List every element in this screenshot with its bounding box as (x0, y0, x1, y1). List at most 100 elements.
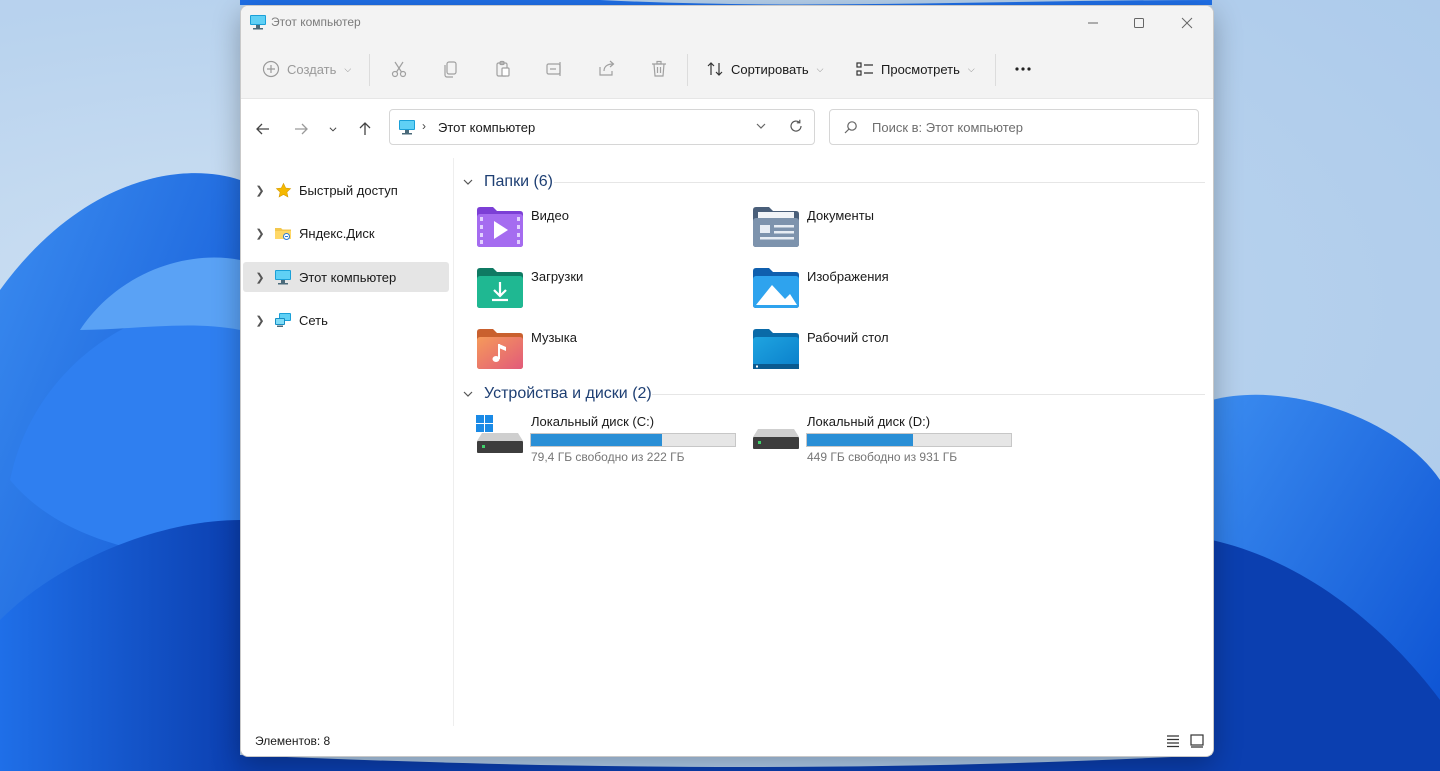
sort-button[interactable]: Сортировать ⌵ (705, 54, 824, 84)
close-icon (1181, 17, 1193, 29)
pictures-folder-icon (753, 268, 799, 308)
drive-item-c[interactable]: Локальный диск (C:) 79,4 ГБ свободно из … (476, 413, 746, 469)
chevron-right-icon[interactable]: ❯ (247, 184, 273, 197)
arrow-left-icon (256, 123, 269, 135)
drive-usage-fill (531, 434, 662, 446)
folder-item-downloads[interactable]: Загрузки (476, 267, 736, 317)
content-pane: Папки (6) Видео Документы Загрузки Изобр… (454, 158, 1213, 726)
drive-usage-bar (530, 433, 736, 447)
view-icon (856, 62, 873, 76)
cut-icon (391, 61, 407, 78)
chevron-down-icon[interactable] (754, 119, 768, 133)
search-input[interactable] (870, 116, 1184, 138)
maximize-icon (1134, 18, 1144, 28)
drives-group-label: Устройства и диски (2) (484, 385, 652, 402)
search-box (829, 109, 1199, 145)
breadcrumb-current[interactable]: Этот компьютер (438, 120, 535, 135)
folders-group-label: Папки (6) (484, 173, 553, 190)
folders-group-header[interactable]: Папки (6) (462, 171, 553, 193)
create-button[interactable]: Создать ⌵ (261, 54, 351, 84)
folder-item-desktop[interactable]: Рабочий стол (752, 328, 1012, 378)
yandex-disk-icon (273, 224, 293, 242)
folder-item-pictures[interactable]: Изображения (752, 267, 1012, 317)
delete-button[interactable] (649, 54, 669, 84)
more-options-button[interactable] (1013, 54, 1033, 84)
chevron-down-icon: ⌵ (816, 63, 824, 74)
sidebar-item-label: Сеть (299, 312, 328, 328)
chevron-right-icon[interactable]: ❯ (247, 314, 273, 327)
refresh-icon[interactable] (788, 118, 804, 134)
address-bar[interactable]: › Этот компьютер (389, 109, 815, 145)
folder-name: Документы (807, 208, 875, 223)
computer-icon (399, 120, 415, 135)
arrow-right-icon (295, 123, 308, 135)
drives-group-header[interactable]: Устройства и диски (2) (462, 383, 652, 405)
sidebar-item-label: Быстрый доступ (299, 182, 398, 198)
recent-locations-button[interactable] (323, 117, 343, 141)
system-drive-icon (476, 415, 523, 453)
window-title: Этот компьютер (271, 15, 361, 29)
folder-item-documents[interactable]: Документы (752, 206, 1012, 256)
cut-button[interactable] (389, 54, 409, 84)
drive-name: Локальный диск (D:) (807, 414, 931, 429)
drive-item-d[interactable]: Локальный диск (D:) 449 ГБ свободно из 9… (752, 413, 1022, 469)
drive-usage-fill (807, 434, 913, 446)
forward-button[interactable] (289, 117, 313, 141)
desktop-folder-icon (753, 329, 799, 369)
details-view-icon[interactable] (1165, 733, 1181, 749)
share-icon (599, 60, 615, 76)
star-icon (273, 181, 293, 199)
view-label: Просмотреть (881, 61, 960, 77)
chevron-right-icon[interactable]: ❯ (247, 271, 273, 284)
add-icon (262, 60, 280, 78)
folder-name: Изображения (807, 269, 889, 284)
drive-usage-bar (806, 433, 1012, 447)
tiles-view-icon[interactable] (1189, 733, 1205, 749)
arrow-up-icon (359, 122, 371, 135)
copy-icon (444, 61, 457, 78)
command-bar: Создать ⌵ Сортировать ⌵ Просмотреть ⌵ (241, 40, 1213, 99)
item-count: Элементов: 8 (255, 734, 331, 748)
delete-icon (652, 60, 666, 77)
up-button[interactable] (353, 117, 377, 141)
video-folder-icon (477, 207, 523, 247)
network-icon (273, 311, 293, 329)
sidebar-item-quick-access[interactable]: ❯ Быстрый доступ (243, 175, 449, 205)
group-divider (554, 182, 1205, 183)
back-button[interactable] (251, 117, 275, 141)
title-bar: Этот компьютер (241, 6, 1213, 40)
folder-name: Музыка (531, 330, 577, 345)
chevron-down-icon (463, 391, 473, 397)
drive-name: Локальный диск (C:) (531, 414, 655, 429)
view-button[interactable]: Просмотреть ⌵ (855, 54, 975, 84)
folder-item-video[interactable]: Видео (476, 206, 736, 256)
group-divider (652, 394, 1205, 395)
close-button[interactable] (1163, 6, 1211, 40)
rename-icon (546, 62, 561, 76)
sidebar-item-network[interactable]: ❯ Сеть (243, 305, 449, 335)
maximize-button[interactable] (1115, 6, 1163, 40)
drive-free-space: 449 ГБ свободно из 931 ГБ (807, 450, 958, 464)
toolbar-divider (687, 54, 688, 86)
minimize-button[interactable] (1069, 6, 1117, 40)
status-bar: Элементов: 8 (241, 726, 1213, 756)
computer-icon (250, 15, 266, 30)
sort-label: Сортировать (731, 61, 809, 77)
copy-button[interactable] (441, 54, 461, 84)
rename-button[interactable] (545, 54, 565, 84)
documents-folder-icon (753, 207, 799, 247)
folder-name: Видео (531, 208, 569, 223)
sidebar-item-this-pc[interactable]: ❯ Этот компьютер (243, 262, 449, 292)
chevron-down-icon (329, 127, 337, 132)
folder-name: Рабочий стол (807, 330, 889, 345)
drive-free-space: 79,4 ГБ свободно из 222 ГБ (531, 450, 685, 464)
share-button[interactable] (597, 54, 617, 84)
drive-icon (753, 429, 799, 449)
sort-icon (707, 62, 723, 76)
sidebar-item-yandex-disk[interactable]: ❯ Яндекс.Диск (243, 218, 449, 248)
chevron-right-icon[interactable]: ❯ (247, 227, 273, 240)
paste-button[interactable] (493, 54, 513, 84)
folder-item-music[interactable]: Музыка (476, 328, 736, 378)
folder-name: Загрузки (531, 269, 584, 284)
navigation-bar: › Этот компьютер (241, 99, 1213, 157)
